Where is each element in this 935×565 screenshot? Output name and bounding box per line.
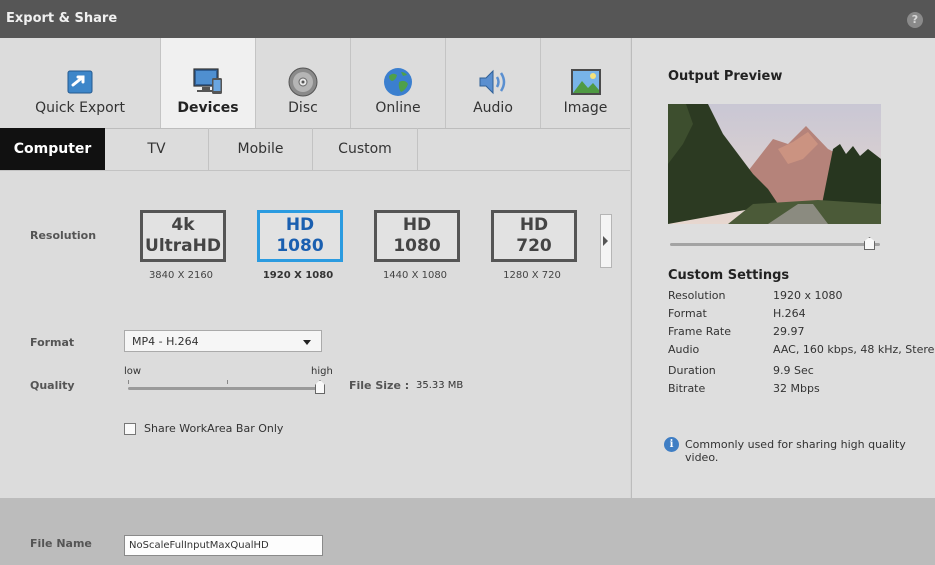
tab-label: Disc (288, 100, 318, 116)
tab-label: Audio (473, 100, 513, 116)
output-preview-title: Output Preview (668, 69, 783, 84)
tab-mobile[interactable]: Mobile (209, 128, 313, 170)
device-sub-tabs: Computer TV Mobile Custom (0, 128, 630, 171)
speaker-icon (479, 69, 506, 95)
preview-scrub-track[interactable] (670, 243, 880, 246)
tab-custom[interactable]: Custom (313, 128, 418, 170)
preset-line1: HD (402, 215, 432, 235)
output-preview-image (668, 104, 881, 224)
preset-line1: HD (285, 215, 315, 235)
tab-label: Image (563, 100, 608, 116)
chevron-down-icon (303, 340, 311, 345)
tab-online[interactable]: Online (351, 38, 446, 128)
quick-export-icon (67, 70, 93, 94)
tab-label: Devices (177, 100, 239, 116)
quality-slider-track[interactable] (128, 387, 324, 390)
preset-hd-1080-1920[interactable]: HD 1080 (257, 210, 343, 262)
file-name-input[interactable] (124, 535, 323, 556)
image-icon (570, 69, 601, 95)
custom-settings-title: Custom Settings (668, 268, 790, 283)
preset-dimensions: 3840 X 2160 (148, 270, 214, 281)
tab-label: Quick Export (35, 100, 125, 116)
preset-dimensions: 1440 X 1080 (382, 270, 448, 281)
window-title: Export & Share (6, 11, 118, 26)
file-name-bar: File Name (0, 498, 935, 565)
info-icon: i (664, 437, 679, 452)
quality-label: Quality (30, 379, 75, 392)
quality-tick (227, 380, 228, 384)
preset-line2: UltraHD (145, 236, 221, 256)
preset-line1: HD (519, 215, 549, 235)
setting-key: Bitrate (668, 382, 706, 395)
setting-value: 9.9 Sec (773, 364, 814, 377)
format-label: Format (30, 336, 75, 349)
info-text: Commonly used for sharing high quality v… (685, 438, 906, 464)
preset-hd-720[interactable]: HD 720 (491, 210, 577, 262)
setting-value: 29.97 (773, 325, 805, 338)
quality-slider-thumb[interactable] (315, 380, 325, 394)
settings-panel: Quick Export Devices Disc Online Audio I… (0, 38, 630, 498)
disc-icon (288, 67, 318, 97)
share-workarea-checkbox[interactable] (124, 423, 136, 435)
tab-label: Online (375, 100, 421, 116)
presets-scroll-right-button[interactable] (600, 214, 612, 268)
globe-icon (384, 68, 412, 96)
tab-quick-export[interactable]: Quick Export (0, 38, 161, 128)
format-value: MP4 - H.264 (132, 335, 199, 348)
preview-scrub-thumb[interactable] (864, 237, 875, 250)
quality-high-label: high (311, 366, 333, 377)
setting-key: Audio (668, 343, 700, 356)
share-workarea-label[interactable]: Share WorkArea Bar Only (144, 422, 283, 435)
setting-key: Frame Rate (668, 325, 731, 338)
tab-audio[interactable]: Audio (446, 38, 541, 128)
file-size-value: 35.33 MB (416, 380, 464, 391)
devices-icon (193, 68, 222, 94)
preset-dimensions: 1920 X 1080 (262, 270, 334, 281)
setting-key: Duration (668, 364, 716, 377)
preset-line1: 4k (171, 215, 195, 235)
format-dropdown[interactable]: MP4 - H.264 (124, 330, 322, 352)
tab-devices[interactable]: Devices (161, 38, 256, 128)
preset-line2: 1080 (276, 236, 324, 256)
tab-disc[interactable]: Disc (256, 38, 351, 128)
preset-line2: 720 (516, 236, 552, 256)
setting-value: H.264 (773, 307, 806, 320)
setting-value: 1920 x 1080 (773, 289, 843, 302)
setting-key: Resolution (668, 289, 726, 302)
preset-line2: 1080 (393, 236, 441, 256)
preset-dimensions: 1280 X 720 (503, 270, 561, 281)
output-panel: Output Preview Custom Settings Resolutio… (631, 38, 935, 498)
setting-key: Format (668, 307, 707, 320)
file-size-label: File Size : (349, 379, 410, 392)
preset-hd-1080-1440[interactable]: HD 1080 (374, 210, 460, 262)
tab-tv[interactable]: TV (105, 128, 209, 170)
tab-computer[interactable]: Computer (0, 128, 105, 170)
help-icon[interactable]: ? (907, 12, 923, 28)
tab-image[interactable]: Image (541, 38, 630, 128)
file-name-label: File Name (30, 537, 92, 550)
quality-tick (128, 380, 129, 384)
quality-low-label: low (124, 366, 142, 377)
preset-4k-uhd[interactable]: 4k UltraHD (140, 210, 226, 262)
category-tabs: Quick Export Devices Disc Online Audio I… (0, 38, 630, 129)
title-bar: Export & Share ? (0, 0, 935, 38)
setting-value: 32 Mbps (773, 382, 820, 395)
setting-value: AAC, 160 kbps, 48 kHz, Stereo (773, 343, 935, 356)
resolution-label: Resolution (30, 229, 97, 242)
